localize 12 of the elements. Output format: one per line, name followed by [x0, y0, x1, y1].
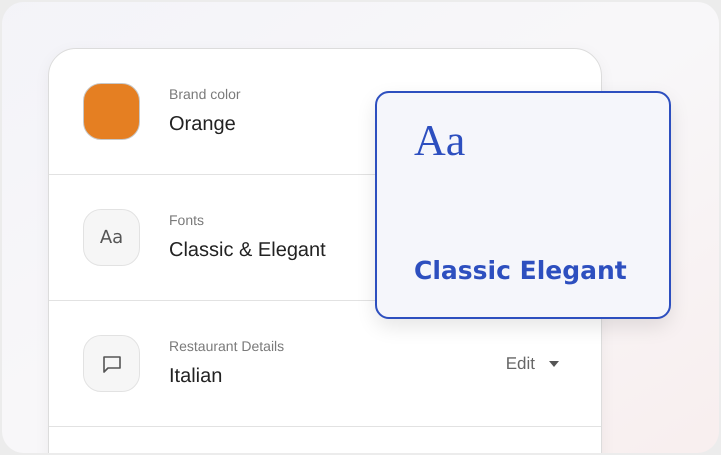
row-label: Fonts	[169, 211, 206, 230]
row-label: Restaurant Details	[169, 337, 286, 356]
font-sample: Aa	[414, 119, 466, 163]
font-icon: Aa	[83, 209, 140, 266]
row-value: Italian	[169, 364, 224, 389]
font-name: Classic Elegant	[414, 254, 628, 286]
row-value: Orange	[169, 112, 237, 137]
row-value: Classic & Elegant	[169, 238, 327, 263]
caret-icon	[549, 360, 559, 366]
edit-dropdown[interactable]: Edit	[506, 350, 559, 376]
row-label: Brand color	[169, 85, 242, 104]
chat-icon	[83, 335, 140, 392]
